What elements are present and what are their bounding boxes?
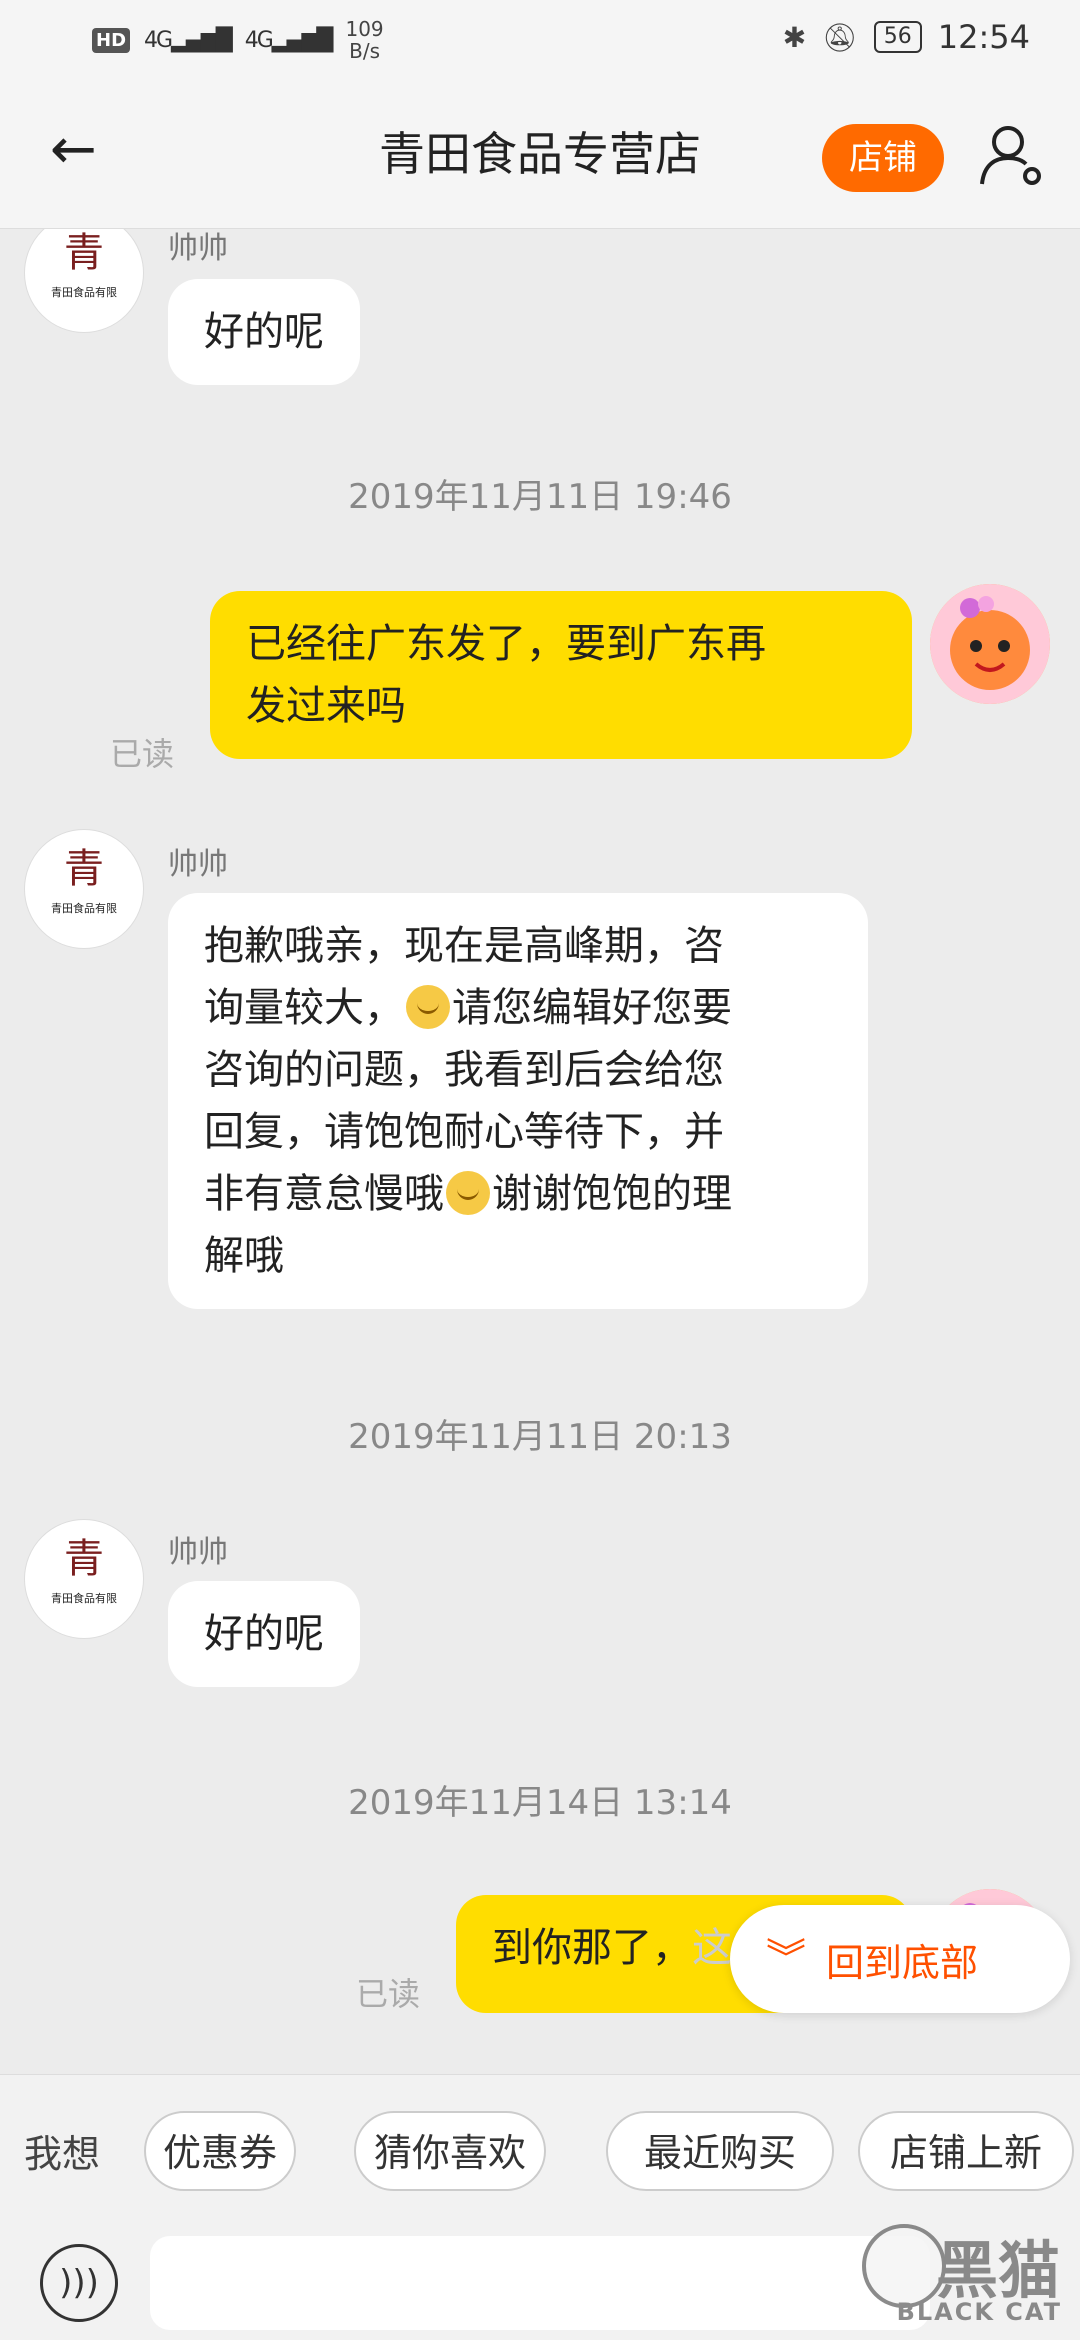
message-timestamp: 2019年11月14日 13:14 (348, 1783, 732, 1823)
chip-new-arrivals[interactable]: 店铺上新 (858, 2111, 1074, 2191)
battery-icon: 56 (873, 21, 922, 53)
message-line: 解哦 (204, 1233, 284, 1279)
quick-reply-bar: 我想 优惠券 猜你喜欢 最近购买 店铺上新 (0, 2074, 1080, 2225)
quick-bar-label: 我想 (24, 2132, 101, 2176)
svg-text:青田食品有限: 青田食品有限 (51, 901, 117, 915)
sender-name: 帅帅 (168, 847, 228, 882)
shop-avatar[interactable]: 青 青田食品有限 (24, 229, 144, 333)
my-message-bubble[interactable]: 已经往广东发了，要到广东再 发过来吗 (210, 591, 912, 759)
svg-text:青: 青 (64, 846, 104, 892)
message-timestamp: 2019年11月11日 19:46 (348, 477, 732, 517)
sim1-signal-icon: 4G▂▄▆█ (144, 27, 233, 53)
message-input[interactable] (150, 2236, 930, 2330)
emoji-icon (446, 1171, 490, 1215)
svg-text:青田食品有限: 青田食品有限 (51, 285, 117, 299)
hd-indicator: HD (92, 27, 131, 53)
message-line: 已经往广东发了，要到广东再 (246, 621, 766, 667)
chat-header: ← 青田食品专营店 店铺 (0, 80, 1080, 229)
bluetooth-icon: ✱ (782, 20, 807, 54)
voice-icon[interactable]: ))) (40, 2244, 118, 2322)
user-settings-icon[interactable] (976, 120, 1046, 190)
chip-coupon[interactable]: 优惠券 (144, 2111, 296, 2191)
network-speed: 109 B/s (345, 17, 384, 63)
svg-text:青: 青 (64, 1536, 104, 1582)
emoji-icon (406, 985, 450, 1029)
read-status: 已读 (110, 735, 175, 773)
status-right: ✱ 🔕︎ 56 12:54 (783, 18, 1030, 56)
chip-guess-you-like[interactable]: 猜你喜欢 (354, 2111, 546, 2191)
sender-name: 帅帅 (168, 231, 228, 266)
message-line: 到你那了， (492, 1925, 692, 1971)
status-left: HD 4G▂▄▆█ 4G▂▄▆█ 109 B/s (92, 18, 384, 62)
clock: 12:54 (937, 18, 1030, 56)
shop-avatar[interactable]: 青 青田食品有限 (24, 1519, 144, 1639)
status-bar: HD 4G▂▄▆█ 4G▂▄▆█ 109 B/s ✱ 🔕︎ 56 12:54 (0, 0, 1080, 80)
message-timestamp: 2019年11月11日 20:13 (348, 1417, 732, 1457)
svg-text:青: 青 (64, 230, 104, 276)
watermark: 黑猫 BLACK CAT (822, 2210, 1072, 2340)
back-to-bottom-button[interactable]: ︾ 回到底部 (730, 1905, 1070, 2013)
message-line: 抱歉哦亲，现在是高峰期，咨 (204, 923, 724, 969)
shop-button[interactable]: 店铺 (822, 124, 944, 192)
message-line: 非有意怠慢哦 谢谢饱饱的理 (204, 1171, 732, 1217)
message-line: 回复，请饱饱耐心等待下，并 (204, 1109, 724, 1155)
message-bubble[interactable]: 好的呢 (168, 1581, 360, 1687)
message-bubble[interactable]: 好的呢 (168, 279, 360, 385)
message-line: 询量较大， 请您编辑好您要 (204, 985, 732, 1031)
message-line: 发过来吗 (246, 683, 406, 729)
watermark-cn: 黑猫 (935, 2234, 1060, 2307)
chat-list[interactable]: 青 青田食品有限 帅帅 好的呢 2019年11月11日 19:46 已经往广东发… (0, 229, 1080, 2071)
mute-bell-icon: 🔕︎ (822, 20, 858, 54)
cat-logo-icon (862, 2224, 946, 2308)
svg-text:青田食品有限: 青田食品有限 (51, 1591, 117, 1605)
sim2-signal-icon: 4G▂▄▆█ (244, 27, 334, 53)
read-status: 已读 (356, 1975, 421, 2013)
sender-name: 帅帅 (168, 1535, 228, 1570)
my-avatar[interactable] (930, 584, 1050, 704)
shop-avatar[interactable]: 青 青田食品有限 (24, 829, 144, 949)
back-to-bottom-label: 回到底部 (826, 1940, 979, 1985)
watermark-en: BLACK CAT (896, 2298, 1062, 2326)
chip-recent-purchase[interactable]: 最近购买 (606, 2111, 834, 2191)
double-chevron-down-icon: ︾ (766, 1936, 806, 1982)
message-line: 咨询的问题，我看到后会给您 (204, 1047, 724, 1093)
message-bubble[interactable]: 抱歉哦亲，现在是高峰期，咨 询量较大， 请您编辑好您要 咨询的问题，我看到后会给您… (168, 893, 868, 1309)
